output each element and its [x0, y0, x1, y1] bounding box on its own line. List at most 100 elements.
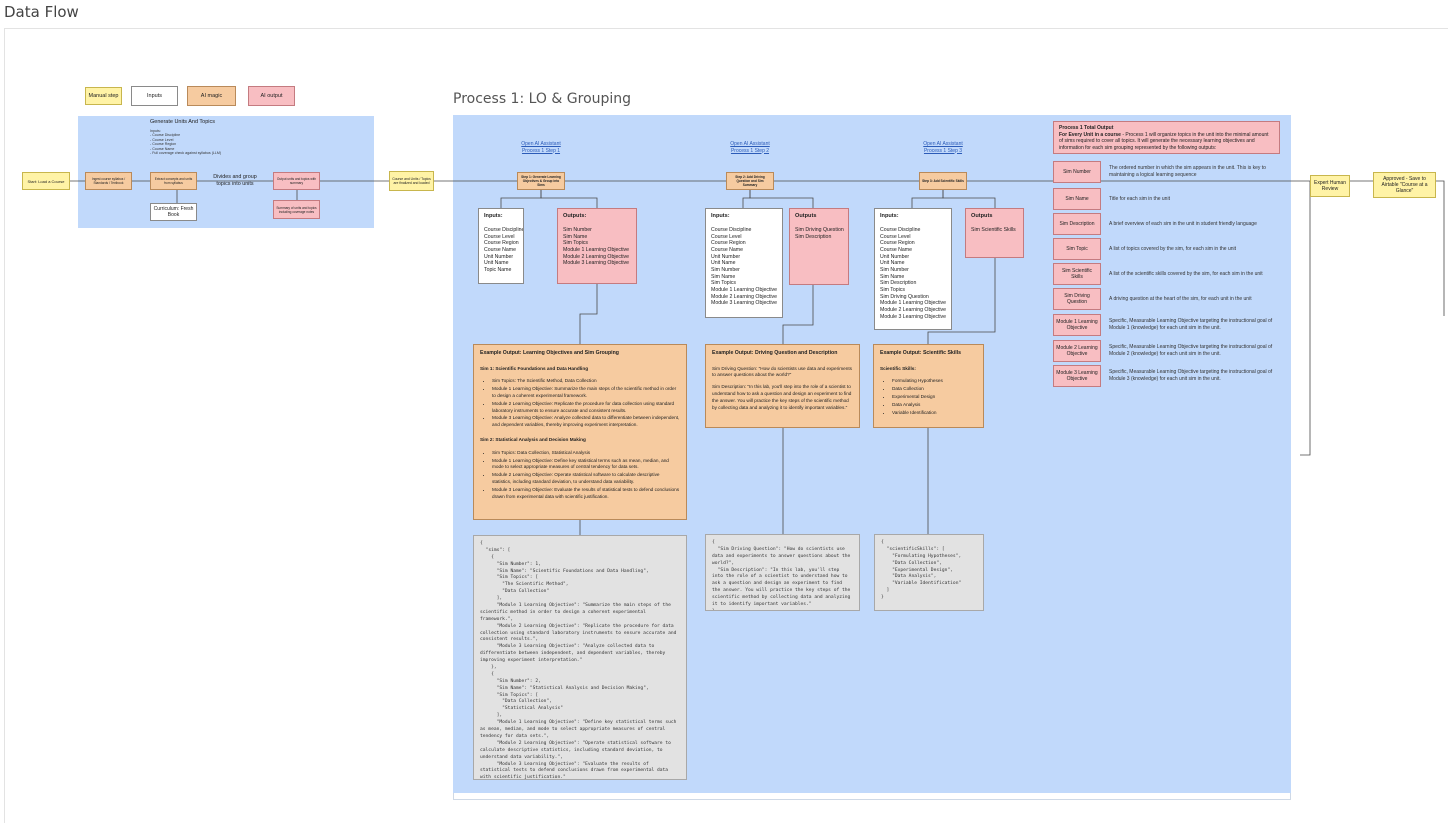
definition-row: Sim Topic A list of topics covered by the… [1053, 238, 1236, 260]
definition-key[interactable]: Sim Scientific Skills [1053, 263, 1101, 285]
extract-concepts-node[interactable]: Extract concepts and units from syllabus [150, 172, 197, 190]
list-item: Sim Number [711, 267, 740, 274]
definition-row: Module 3 Learning Objective Specific, Mea… [1053, 365, 1272, 387]
definition-key[interactable]: Module 1 Learning Objective [1053, 314, 1101, 336]
list-item: Course Name [484, 247, 517, 254]
definition-row: Module 2 Learning Objective Specific, Mea… [1053, 340, 1272, 362]
skills-subheading: Scientific Skills: [880, 365, 916, 371]
example-driving-question: Example Output: Driving Question and Des… [705, 344, 860, 428]
units-finalized-node[interactable]: Course and Units / Topics are finalized … [389, 171, 434, 191]
ingest-syllabus-node[interactable]: Ingest course syllabus / Standards / Tex… [85, 172, 132, 190]
list-item: Topic Name [484, 267, 512, 274]
example-heading: Example Output: Scientific Skills [880, 350, 962, 356]
list-item: Unit Number [484, 253, 514, 260]
connector-s1-inputs [500, 190, 542, 208]
definition-key[interactable]: Sim Topic [1053, 238, 1101, 260]
list-item: Sim Number [880, 267, 909, 274]
definition-value: A list of the scientific skills covered … [1109, 270, 1263, 277]
process-total-output: Process 1 Total Output For Every Unit in… [1053, 121, 1280, 154]
connector-s2-inputs [742, 190, 751, 208]
list-item: Unit Number [880, 253, 910, 260]
list-item: Module 1 Learning Objective [563, 247, 630, 254]
step-2-outputs: Outputs Sim Driving Question Sim Descript… [789, 208, 849, 285]
sim-1-title: Sim 1: Scientific Foundations and Data H… [480, 365, 589, 371]
connector-s3-inputs [911, 190, 944, 208]
link-sub-label[interactable]: Process 1 Step 3 [907, 148, 979, 155]
step-1-inputs: Inputs: Course Discipline Course Level Cou… [478, 208, 524, 284]
driving-question-text: Sim Driving Question: "How do scientists… [712, 365, 853, 378]
connector-s1-example [579, 284, 598, 344]
list-item: Data Analysis [892, 402, 977, 409]
definition-key[interactable]: Module 2 Learning Objective [1053, 340, 1101, 362]
list-item: Course Discipline [880, 227, 921, 234]
curriculum-node[interactable]: Curriculum: Fresh Book [150, 203, 197, 221]
definition-value: A driving question at the heart of the s… [1109, 295, 1252, 302]
list-item: Sim Topics: The Scientific Method, Data … [492, 378, 680, 385]
list-item: Unit Name [880, 260, 905, 267]
list-item: Sim Name [880, 273, 905, 280]
list-item: Course Discipline [484, 227, 524, 234]
approved-save-node[interactable]: Approved - Save to Airtable "Course at a… [1373, 172, 1436, 198]
list-item: Module 3 Learning Objective [880, 313, 947, 320]
list-item: Course Level [711, 233, 742, 240]
connector-s3-outputs [942, 190, 996, 208]
example-scientific-skills: Example Output: Scientific Skills Scient… [873, 344, 984, 428]
divide-topics-node[interactable]: Divides and group topics into units [210, 172, 260, 190]
list-item: Module 3 Learning Objective: Evaluate th… [492, 487, 680, 501]
json-output-3: { "scientificSkills": [ "Formulating Hyp… [874, 534, 984, 611]
list-item: Module 2 Learning Objective [563, 253, 630, 260]
step-3-outputs: Outputs Sim Scientific Skills [965, 208, 1024, 258]
definition-key[interactable]: Sim Description [1053, 213, 1101, 235]
inputs-list: Course Discipline Course Level Course Regi… [880, 227, 946, 320]
list-item: Module 2 Learning Objective: Replicate t… [492, 401, 680, 415]
list-item: Sim Number [563, 227, 592, 234]
definition-row: Sim Driving Question A driving question a… [1053, 288, 1252, 310]
definition-row: Sim Description A brief overview of each … [1053, 213, 1257, 235]
definition-value: The ordered number in which the sim appe… [1109, 165, 1266, 178]
definition-value: Title for each sim in the unit [1109, 195, 1170, 202]
outputs-list: Sim Number Sim Name Sim Topics Module 1 Lea… [563, 227, 631, 267]
step-1-outputs: Outputs: Sim Number Sim Name Sim Topics Mod… [557, 208, 637, 284]
description-text: Sim Description: "In this lab, you'll st… [712, 384, 852, 410]
list-item: Course Name [711, 247, 744, 254]
step-1-node[interactable]: Step 1: Generate Learning Objectives & G… [517, 172, 565, 190]
list-item: Course Region [711, 240, 746, 247]
inputs-list: Course Discipline Course Level Course Regi… [711, 227, 777, 307]
open-ai-assistant-link-2[interactable]: Open AI Assistant Process 1 Step 2 [714, 141, 786, 154]
definition-row: Sim Name Title for each sim in the unit [1053, 188, 1170, 210]
list-item: Course Name [880, 247, 913, 254]
definition-key[interactable]: Sim Driving Question [1053, 288, 1101, 310]
list-item: Course Level [484, 233, 515, 240]
step-3-node[interactable]: Step 3: Add Scientific Skills [919, 172, 967, 190]
definition-key[interactable]: Module 3 Learning Objective [1053, 365, 1101, 387]
summary-units-node[interactable]: Summary of units and topics including co… [273, 200, 320, 219]
list-item: Module 3 Learning Objective [563, 260, 630, 267]
list-item: Course Level [880, 233, 911, 240]
connector-s1-outputs [540, 190, 598, 208]
connector-s2-example [782, 285, 814, 344]
list-item: Sim Name [711, 273, 736, 280]
definition-value: A brief overview of each sim in the unit… [1109, 220, 1257, 227]
start-load-course[interactable]: Start: Load a Course [22, 172, 70, 190]
open-ai-assistant-link-1[interactable]: Open AI Assistant Process 1 Step 1 [505, 141, 577, 154]
list-item: Sim Name [563, 233, 588, 240]
inputs-label: Inputs: [880, 213, 899, 219]
inputs-label: Inputs: [484, 213, 503, 219]
expert-review-node[interactable]: Expert Human Review [1310, 175, 1350, 197]
sim-2-list: Sim Topics: Data Collection, Statistical… [480, 450, 680, 501]
list-item: Module 3 Learning Objective: Analyze col… [492, 415, 680, 429]
link-sub-label[interactable]: Process 1 Step 2 [714, 148, 786, 155]
definition-row: Sim Number The ordered number in which th… [1053, 161, 1266, 183]
connector-expert-loop [1300, 181, 1311, 456]
open-ai-assistant-link-3[interactable]: Open AI Assistant Process 1 Step 3 [907, 141, 979, 154]
step-3-inputs: Inputs: Course Discipline Course Level Cou… [874, 208, 952, 330]
inputs-list: Course Discipline Course Level Course Regi… [484, 227, 524, 274]
list-item: Sim Description [880, 280, 917, 287]
json-output-2: { "Sim Driving Question": "How do scient… [705, 534, 860, 611]
list-item: Sim Topics [880, 287, 905, 294]
output-units-node[interactable]: Output units and topics with summary [273, 172, 320, 190]
definition-key[interactable]: Sim Name [1053, 188, 1101, 210]
link-sub-label[interactable]: Process 1 Step 1 [505, 148, 577, 155]
definition-key[interactable]: Sim Number [1053, 161, 1101, 183]
step-2-node[interactable]: Step 2: Add Driving Question and Sim Sum… [726, 172, 774, 190]
